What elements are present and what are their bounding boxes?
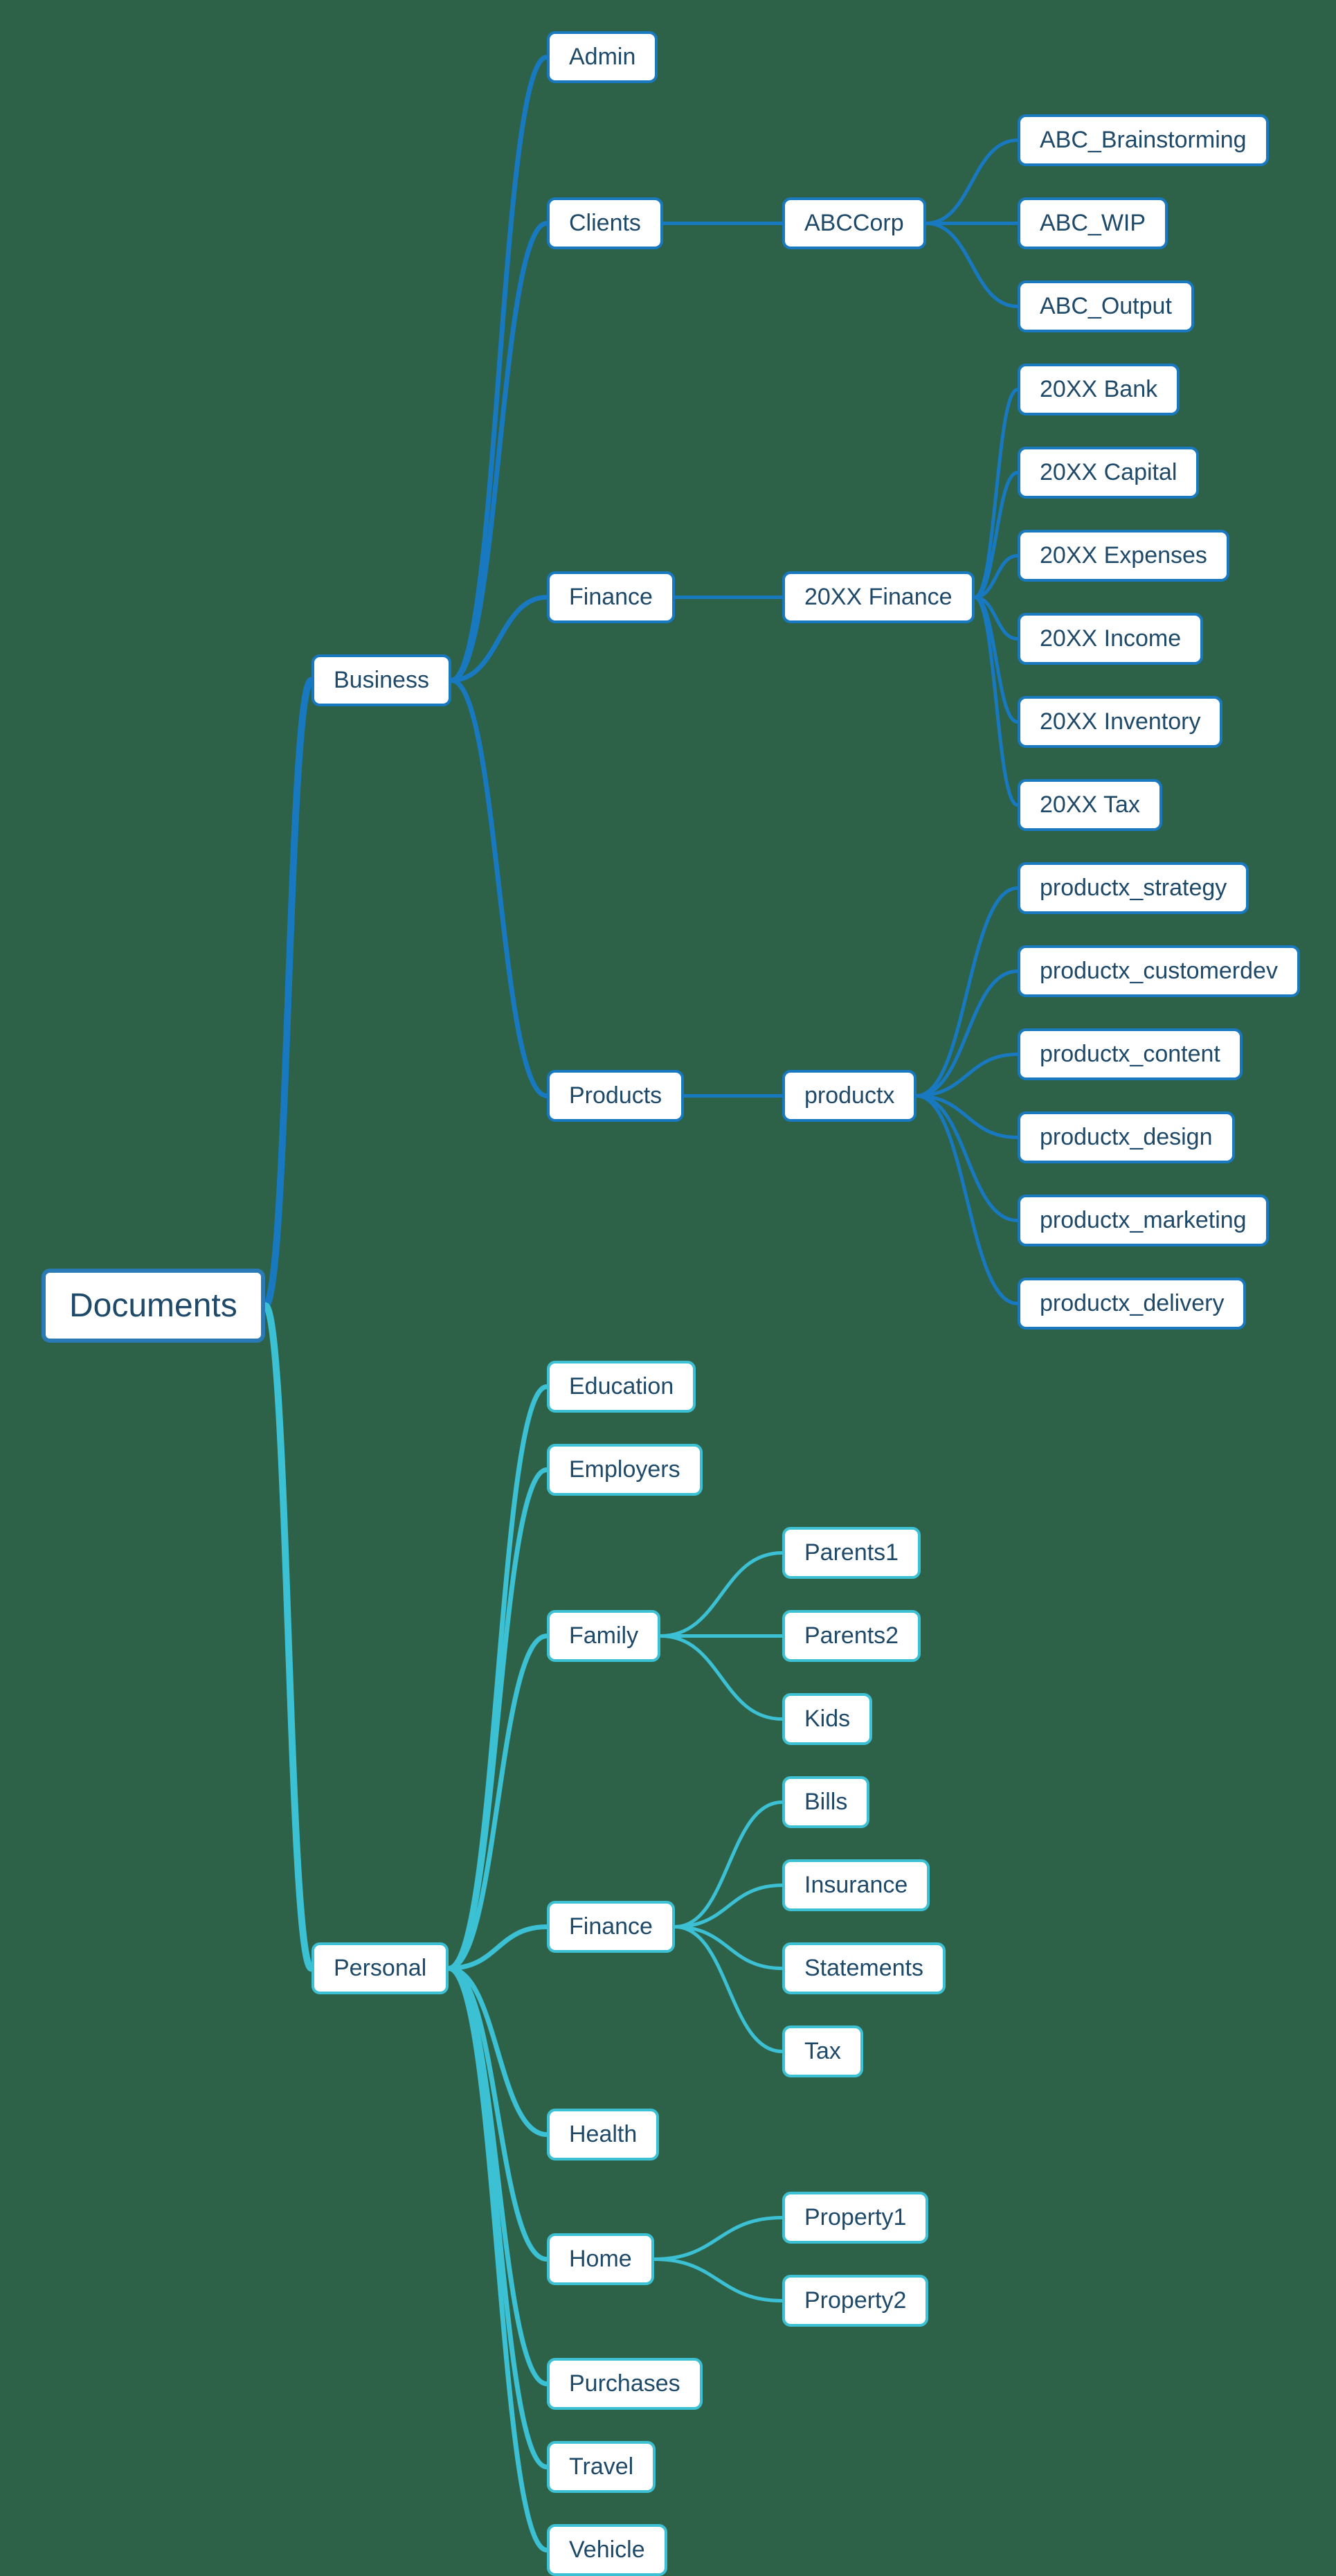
connector bbox=[449, 1969, 547, 2550]
connector bbox=[975, 473, 1018, 598]
connector bbox=[675, 1886, 782, 1927]
connector bbox=[917, 1096, 1018, 1138]
connector bbox=[975, 556, 1018, 598]
node-productx-delivery: productx_delivery bbox=[1018, 1278, 1246, 1330]
connector bbox=[449, 1470, 547, 1969]
node-education: Education bbox=[547, 1361, 696, 1413]
connector bbox=[449, 1969, 547, 2260]
node-kids: Kids bbox=[782, 1693, 872, 1745]
connector bbox=[975, 598, 1018, 639]
node-employers: Employers bbox=[547, 1444, 703, 1496]
connector bbox=[451, 57, 547, 681]
node-abc-wip: ABC_WIP bbox=[1018, 197, 1168, 249]
connector bbox=[975, 598, 1018, 805]
node-productx: productx bbox=[782, 1070, 917, 1122]
node-parents1: Parents1 bbox=[782, 1527, 921, 1579]
node-productx-design: productx_design bbox=[1018, 1111, 1235, 1163]
node-family: Family bbox=[547, 1610, 660, 1662]
connector bbox=[654, 2260, 782, 2301]
node-tax: Tax bbox=[782, 2025, 863, 2077]
node-personal: Personal bbox=[312, 1942, 449, 1994]
node-home: Home bbox=[547, 2233, 654, 2285]
node-productx-content: productx_content bbox=[1018, 1028, 1243, 1080]
node-productx-strategy: productx_strategy bbox=[1018, 862, 1249, 914]
connector bbox=[675, 1927, 782, 1969]
node-productx-customerdev: productx_customerdev bbox=[1018, 945, 1300, 997]
connector bbox=[917, 1096, 1018, 1304]
node-property2: Property2 bbox=[782, 2275, 928, 2327]
node-vehicle: Vehicle bbox=[547, 2524, 667, 2576]
connector bbox=[451, 224, 547, 681]
connector bbox=[449, 1969, 547, 2467]
node-20xx-income: 20XX Income bbox=[1018, 613, 1203, 665]
connector bbox=[449, 1969, 547, 2384]
node-parents2: Parents2 bbox=[782, 1610, 921, 1662]
node-20xx-inventory: 20XX Inventory bbox=[1018, 696, 1222, 748]
connector bbox=[265, 1306, 312, 1969]
node-clients: Clients bbox=[547, 197, 663, 249]
connector bbox=[675, 1927, 782, 2052]
node-property1: Property1 bbox=[782, 2192, 928, 2244]
connector bbox=[265, 681, 312, 1306]
connector bbox=[675, 1803, 782, 1927]
node-20xx-tax: 20XX Tax bbox=[1018, 779, 1162, 831]
node-abc-brainstorming: ABC_Brainstorming bbox=[1018, 114, 1269, 166]
connector bbox=[451, 681, 547, 1096]
node-productx-marketing: productx_marketing bbox=[1018, 1195, 1269, 1246]
node-20xx-capital: 20XX Capital bbox=[1018, 447, 1199, 499]
node-health: Health bbox=[547, 2109, 659, 2161]
node-business: Business bbox=[312, 654, 451, 706]
node-abccorp: ABCCorp bbox=[782, 197, 926, 249]
connector bbox=[926, 141, 1018, 224]
node-statements: Statements bbox=[782, 1942, 946, 1994]
node-products: Products bbox=[547, 1070, 684, 1122]
connector bbox=[449, 1969, 547, 2135]
connector bbox=[449, 1927, 547, 1969]
connector bbox=[926, 224, 1018, 307]
connector bbox=[451, 598, 547, 681]
connector bbox=[975, 598, 1018, 722]
connector bbox=[917, 1055, 1018, 1096]
node-bills: Bills bbox=[782, 1776, 869, 1828]
node-abc-output: ABC_Output bbox=[1018, 280, 1194, 332]
connector bbox=[660, 1636, 782, 1719]
connector bbox=[449, 1387, 547, 1969]
node-purchases: Purchases bbox=[547, 2358, 703, 2410]
connector bbox=[660, 1553, 782, 1636]
node-finance: Finance bbox=[547, 571, 675, 623]
node-20xx-expenses: 20XX Expenses bbox=[1018, 530, 1229, 582]
node-finance: Finance bbox=[547, 1901, 675, 1953]
node-admin: Admin bbox=[547, 31, 658, 83]
connector bbox=[917, 1096, 1018, 1221]
node-20xx-bank: 20XX Bank bbox=[1018, 364, 1180, 415]
node-20xx-finance: 20XX Finance bbox=[782, 571, 975, 623]
mindmap-diagram: Documents Business Admin Clients ABCCorp ABC_… bbox=[0, 0, 1336, 2575]
connector bbox=[917, 972, 1018, 1096]
connector bbox=[917, 888, 1018, 1096]
node-documents: Documents bbox=[42, 1269, 265, 1343]
connector bbox=[449, 1636, 547, 1969]
node-travel: Travel bbox=[547, 2441, 656, 2493]
node-insurance: Insurance bbox=[782, 1859, 930, 1911]
connector bbox=[654, 2218, 782, 2260]
connector bbox=[975, 390, 1018, 598]
